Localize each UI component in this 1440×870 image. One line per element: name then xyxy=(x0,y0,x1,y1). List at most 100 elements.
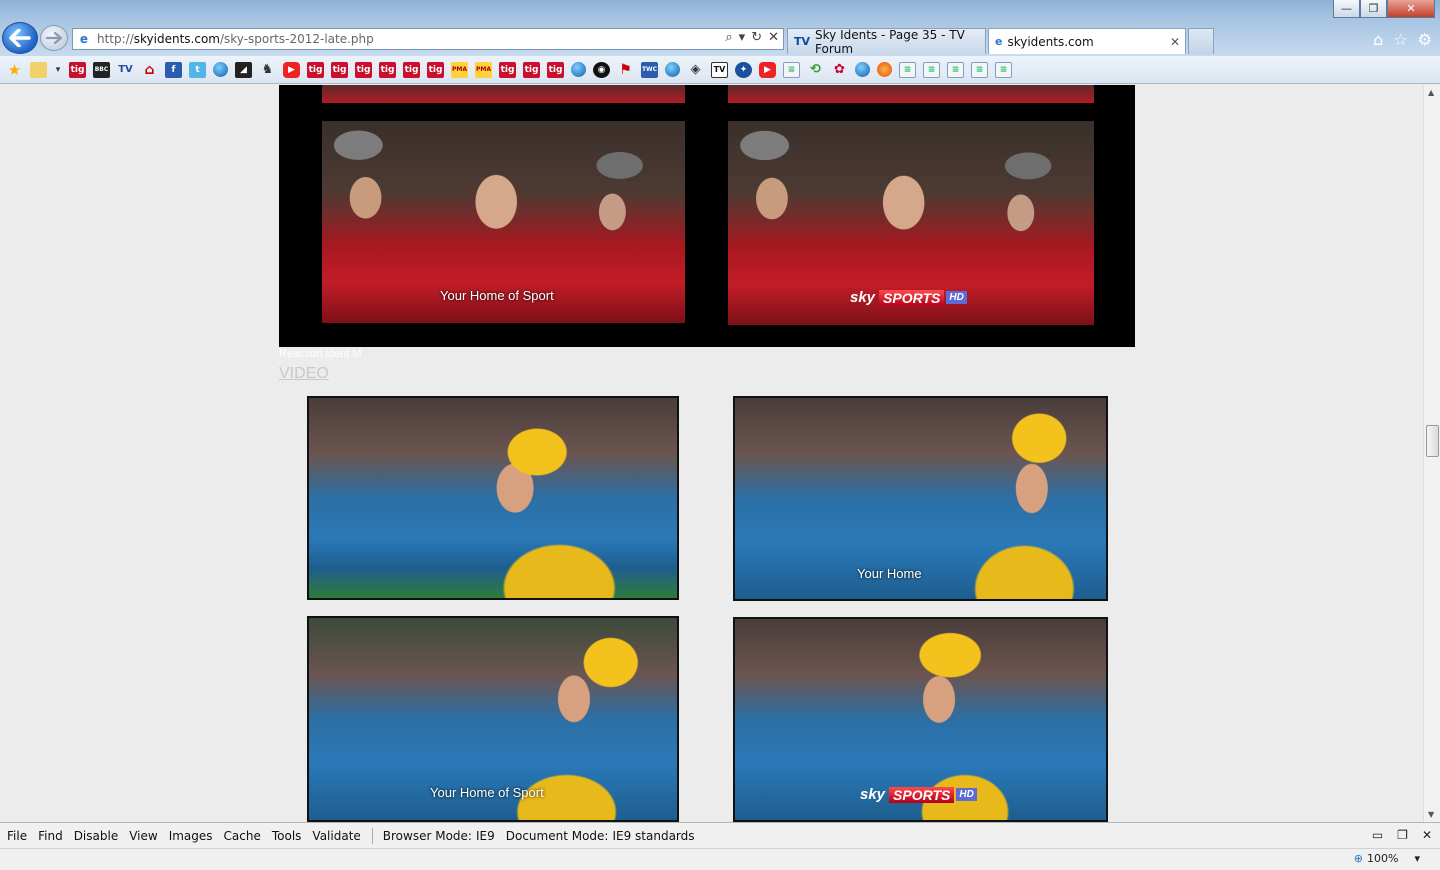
tig-bookmark-icon[interactable]: tig xyxy=(331,61,348,78)
scroll-down-icon[interactable]: ▼ xyxy=(1428,810,1434,819)
ident-frame-top-right xyxy=(728,85,1094,103)
document-mode-label[interactable]: Document Mode: xyxy=(506,829,609,843)
page-bookmark-icon[interactable]: ≡ xyxy=(899,61,916,78)
youtube-icon[interactable]: ▶ xyxy=(283,61,300,78)
tab-label: skyidents.com xyxy=(1007,34,1094,49)
tig-bookmark-icon[interactable]: tig xyxy=(427,61,444,78)
red-logo-bookmark-icon[interactable]: ⌂ xyxy=(141,62,158,78)
tig-bookmark-icon[interactable]: tig xyxy=(69,61,86,78)
tvv-bookmark-icon[interactable]: TV xyxy=(711,61,728,78)
page-viewport: Your Home of Sport sky SPORTS HD Reactio… xyxy=(0,85,1423,822)
browser-mode-label[interactable]: Browser Mode: xyxy=(383,829,472,843)
red-logo-bookmark-icon[interactable]: ✿ xyxy=(831,62,848,78)
ident-frame-boy-2: Your Home xyxy=(733,396,1108,601)
tig-bookmark-icon[interactable]: tig xyxy=(307,61,324,78)
ident-frame-boy-1 xyxy=(307,396,679,600)
tab-skyidents[interactable]: e skyidents.com ✕ xyxy=(988,28,1186,54)
ie-page-icon: e xyxy=(79,32,89,46)
new-tab-button[interactable] xyxy=(1188,28,1214,54)
blue-logo-bookmark-icon[interactable]: ✦ xyxy=(735,61,752,78)
tv-forum-icon: TV xyxy=(794,35,811,48)
twitter-icon[interactable]: t xyxy=(189,61,206,78)
folder-icon[interactable] xyxy=(30,61,47,78)
close-devtools-icon[interactable]: ✕ xyxy=(1422,828,1432,842)
flag-bookmark-icon[interactable]: ⚑ xyxy=(617,62,634,78)
pma-bookmark-icon[interactable]: PMA xyxy=(451,61,468,78)
search-icon[interactable]: ⌕ xyxy=(725,30,732,45)
tab-tv-forum[interactable]: TV Sky Idents - Page 35 - TV Forum xyxy=(787,28,986,56)
globe-icon[interactable] xyxy=(665,62,680,77)
diamond-bookmark-icon[interactable]: ◈ xyxy=(687,62,704,78)
ident-frame-boy-3: Your Home of Sport xyxy=(307,616,679,822)
twc-bookmark-icon[interactable]: TWC xyxy=(641,61,658,78)
chevron-down-icon[interactable]: ▾ xyxy=(54,62,62,78)
youtube-icon[interactable]: ▶ xyxy=(759,61,776,78)
zoom-control[interactable]: ⊕ 100% ▾ xyxy=(1354,852,1420,865)
page-bookmark-icon[interactable]: ≡ xyxy=(995,61,1012,78)
zoom-level: 100% xyxy=(1367,852,1399,865)
back-button[interactable] xyxy=(2,22,38,54)
image-bookmark-icon[interactable]: ◢ xyxy=(235,61,252,78)
url-path: /sky-sports-2012-late.php xyxy=(219,32,374,46)
page-bookmark-icon[interactable]: ≡ xyxy=(783,61,800,78)
tig-bookmark-icon[interactable]: tig xyxy=(403,61,420,78)
forward-arrow-icon xyxy=(46,32,62,44)
page-bookmark-icon[interactable]: ≡ xyxy=(971,61,988,78)
facebook-icon[interactable]: f xyxy=(165,61,182,78)
tig-bookmark-icon[interactable]: tig xyxy=(355,61,372,78)
vertical-scrollbar[interactable]: ▲ ▼ xyxy=(1423,85,1440,822)
globe-icon[interactable] xyxy=(213,62,228,77)
circle-logo-bookmark-icon[interactable]: ◉ xyxy=(593,61,610,78)
page-bookmark-icon[interactable]: ≡ xyxy=(947,61,964,78)
pma-bookmark-icon[interactable]: PMA xyxy=(475,61,492,78)
browser-mode-value[interactable]: IE9 xyxy=(476,829,495,843)
refresh-icon[interactable]: ↻ xyxy=(751,30,762,45)
tv-bookmark-icon[interactable]: TV xyxy=(117,62,134,78)
dev-menu-validate[interactable]: Validate xyxy=(312,829,360,843)
restore-button[interactable]: ❐ xyxy=(1360,0,1387,18)
bbc-bookmark-icon[interactable]: BBC xyxy=(93,61,110,78)
document-mode-value[interactable]: IE9 standards xyxy=(612,829,694,843)
dev-menu-tools[interactable]: Tools xyxy=(272,829,302,843)
frame-caption: Your Home of Sport xyxy=(440,288,554,303)
ident-frame-boy-4: sky SPORTS HD xyxy=(733,617,1108,822)
favorites-star-icon[interactable]: ☆ xyxy=(1393,30,1407,49)
gear-icon[interactable]: ⚙ xyxy=(1418,30,1432,49)
scroll-up-icon[interactable]: ▲ xyxy=(1428,88,1434,97)
dock-icon[interactable]: ▭ xyxy=(1372,828,1383,842)
dev-menu-disable[interactable]: Disable xyxy=(74,829,119,843)
ie-page-icon: e xyxy=(995,35,1003,48)
close-window-button[interactable]: ✕ xyxy=(1387,0,1435,18)
video-link[interactable]: VIDEO xyxy=(279,365,329,383)
ident-frame-crowd-caption: Your Home of Sport xyxy=(322,121,685,323)
dev-menu-cache[interactable]: Cache xyxy=(224,829,261,843)
dev-menu-view[interactable]: View xyxy=(129,829,157,843)
minimize-button[interactable]: — xyxy=(1333,0,1360,18)
url-protocol: http:// xyxy=(97,32,134,46)
page-bookmark-icon[interactable]: ≡ xyxy=(923,61,940,78)
globe-icon[interactable] xyxy=(855,62,870,77)
dev-menu-images[interactable]: Images xyxy=(169,829,213,843)
green-arrows-icon[interactable]: ⟲ xyxy=(807,62,824,78)
tig-bookmark-icon[interactable]: tig xyxy=(523,61,540,78)
add-favorite-star-icon[interactable]: ★ xyxy=(6,61,23,79)
dev-menu-find[interactable]: Find xyxy=(38,829,63,843)
dropdown-icon[interactable]: ▾ xyxy=(739,30,746,45)
orange-circle-icon[interactable] xyxy=(877,62,892,77)
home-icon[interactable]: ⌂ xyxy=(1373,30,1383,49)
stop-icon[interactable]: ✕ xyxy=(768,30,779,45)
tig-bookmark-icon[interactable]: tig xyxy=(379,61,396,78)
forward-button[interactable] xyxy=(40,25,68,51)
dev-menu-file[interactable]: File xyxy=(7,829,27,843)
tig-bookmark-icon[interactable]: tig xyxy=(547,61,564,78)
browser-title-bar: — ❐ ✕ e http:// skyidents.com /sky-sport… xyxy=(0,0,1440,56)
zoom-icon: ⊕ xyxy=(1353,852,1364,865)
address-bar[interactable]: e http:// skyidents.com /sky-sports-2012… xyxy=(72,28,784,50)
tig-bookmark-icon[interactable]: tig xyxy=(499,61,516,78)
scroll-thumb[interactable] xyxy=(1426,425,1439,457)
figure-bookmark-icon[interactable]: ♞ xyxy=(259,62,276,78)
undock-icon[interactable]: ❐ xyxy=(1397,828,1408,842)
close-tab-icon[interactable]: ✕ xyxy=(1170,35,1180,49)
globe-icon[interactable] xyxy=(571,62,586,77)
chevron-down-icon[interactable]: ▾ xyxy=(1414,852,1420,865)
